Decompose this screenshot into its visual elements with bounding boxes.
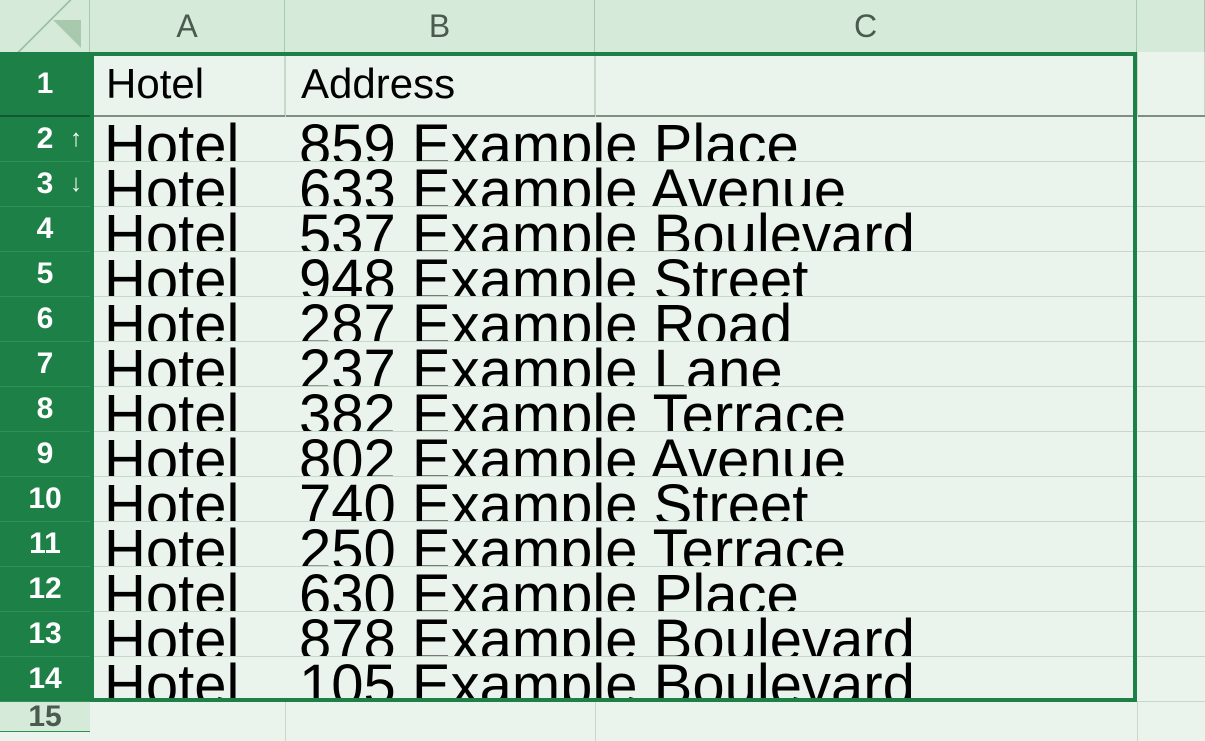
column-header-A[interactable]: A: [90, 0, 285, 52]
cell-B5[interactable]: 948 Example Street: [299, 252, 808, 297]
row-header-9[interactable]: 9: [0, 432, 90, 477]
cell-B8[interactable]: 382 Example Terrace: [299, 387, 846, 432]
arrow-up-icon: ↑: [70, 127, 82, 151]
cell-A2[interactable]: Hotel: [104, 117, 285, 162]
cell-A7[interactable]: Hotel: [104, 342, 285, 387]
table-row[interactable]: Hotel 630 Example Place: [90, 567, 1205, 612]
row-header-2[interactable]: 2↑: [0, 117, 90, 162]
table-row: Hotel Address: [90, 52, 1205, 117]
cell-B4[interactable]: 537 Example Boulevard: [299, 207, 915, 252]
cell-B12[interactable]: 630 Example Place: [299, 567, 799, 612]
column-header-row: A B C: [0, 0, 1205, 52]
table-row[interactable]: Hotel 802 Example Avenue: [90, 432, 1205, 477]
table-row[interactable]: Hotel 878 Example Boulevard: [90, 612, 1205, 657]
cell-B3[interactable]: 633 Example Avenue: [299, 162, 846, 207]
cell-B14[interactable]: 105 Example Boulevard: [299, 657, 915, 702]
cell-A3[interactable]: Hotel: [104, 162, 285, 207]
row-header-1[interactable]: 1: [0, 52, 90, 117]
cell-A10[interactable]: Hotel: [104, 477, 285, 522]
select-all-corner[interactable]: [0, 0, 90, 52]
table-row[interactable]: Hotel 382 Example Terrace: [90, 387, 1205, 432]
cell-B10[interactable]: 740 Example Street: [299, 477, 808, 522]
table-row[interactable]: Hotel 237 Example Lane: [90, 342, 1205, 387]
cell-A14[interactable]: Hotel: [104, 657, 285, 702]
header-hotel: Hotel: [106, 60, 204, 108]
spreadsheet: A B C 1 2↑ 3↓ 4 5 6 7 8 9 10 11 12 13 14…: [0, 0, 1205, 741]
table-row[interactable]: Hotel 859 Example Place: [90, 117, 1205, 162]
cell-A6[interactable]: Hotel: [104, 297, 285, 342]
row-header-12[interactable]: 12: [0, 567, 90, 612]
row-header-6[interactable]: 6: [0, 297, 90, 342]
table-row[interactable]: Hotel 250 Example Terrace: [90, 522, 1205, 567]
arrow-down-icon: ↓: [70, 172, 82, 196]
row-header-3[interactable]: 3↓: [0, 162, 90, 207]
table-row[interactable]: Hotel 740 Example Street: [90, 477, 1205, 522]
column-header-D[interactable]: [1137, 0, 1205, 52]
cell-B7[interactable]: 237 Example Lane: [299, 342, 783, 387]
cell-A13[interactable]: Hotel: [104, 612, 285, 657]
cell-B6[interactable]: 287 Example Road: [299, 297, 792, 342]
table-row[interactable]: Hotel 537 Example Boulevard: [90, 207, 1205, 252]
cell-B2[interactable]: 859 Example Place: [299, 117, 799, 162]
row-header-4[interactable]: 4: [0, 207, 90, 252]
data-grid: Hotel Address Hotel 859 Example Place Ho…: [90, 52, 1205, 741]
cell-A1[interactable]: Hotel: [90, 52, 285, 115]
table-row[interactable]: Hotel 948 Example Street: [90, 252, 1205, 297]
row-header-column: 1 2↑ 3↓ 4 5 6 7 8 9 10 11 12 13 14 15: [0, 52, 90, 732]
cell-A12[interactable]: Hotel: [104, 567, 285, 612]
cell-B11[interactable]: 250 Example Terrace: [299, 522, 846, 567]
table-row[interactable]: Hotel 287 Example Road: [90, 297, 1205, 342]
row-header-10[interactable]: 10: [0, 477, 90, 522]
header-address: Address: [301, 60, 455, 108]
row-header-13[interactable]: 13: [0, 612, 90, 657]
cell-D1[interactable]: [1137, 52, 1205, 115]
table-row[interactable]: Hotel 633 Example Avenue: [90, 162, 1205, 207]
column-header-C[interactable]: C: [595, 0, 1137, 52]
row-header-14[interactable]: 14: [0, 657, 90, 702]
row-header-7[interactable]: 7: [0, 342, 90, 387]
row-header-11[interactable]: 11: [0, 522, 90, 567]
row-header-5[interactable]: 5: [0, 252, 90, 297]
row-header-15[interactable]: 15: [0, 702, 90, 732]
column-header-B[interactable]: B: [285, 0, 595, 52]
cell-A8[interactable]: Hotel: [104, 387, 285, 432]
row-header-8[interactable]: 8: [0, 387, 90, 432]
cell-B9[interactable]: 802 Example Avenue: [299, 432, 846, 477]
cell-A9[interactable]: Hotel: [104, 432, 285, 477]
cell-B1[interactable]: Address: [285, 52, 595, 115]
table-row[interactable]: Hotel 105 Example Boulevard: [90, 657, 1205, 702]
cell-C1[interactable]: [595, 52, 1137, 115]
cell-A11[interactable]: Hotel: [104, 522, 285, 567]
cell-B13[interactable]: 878 Example Boulevard: [299, 612, 915, 657]
cell-A4[interactable]: Hotel: [104, 207, 285, 252]
cell-A5[interactable]: Hotel: [104, 252, 285, 297]
